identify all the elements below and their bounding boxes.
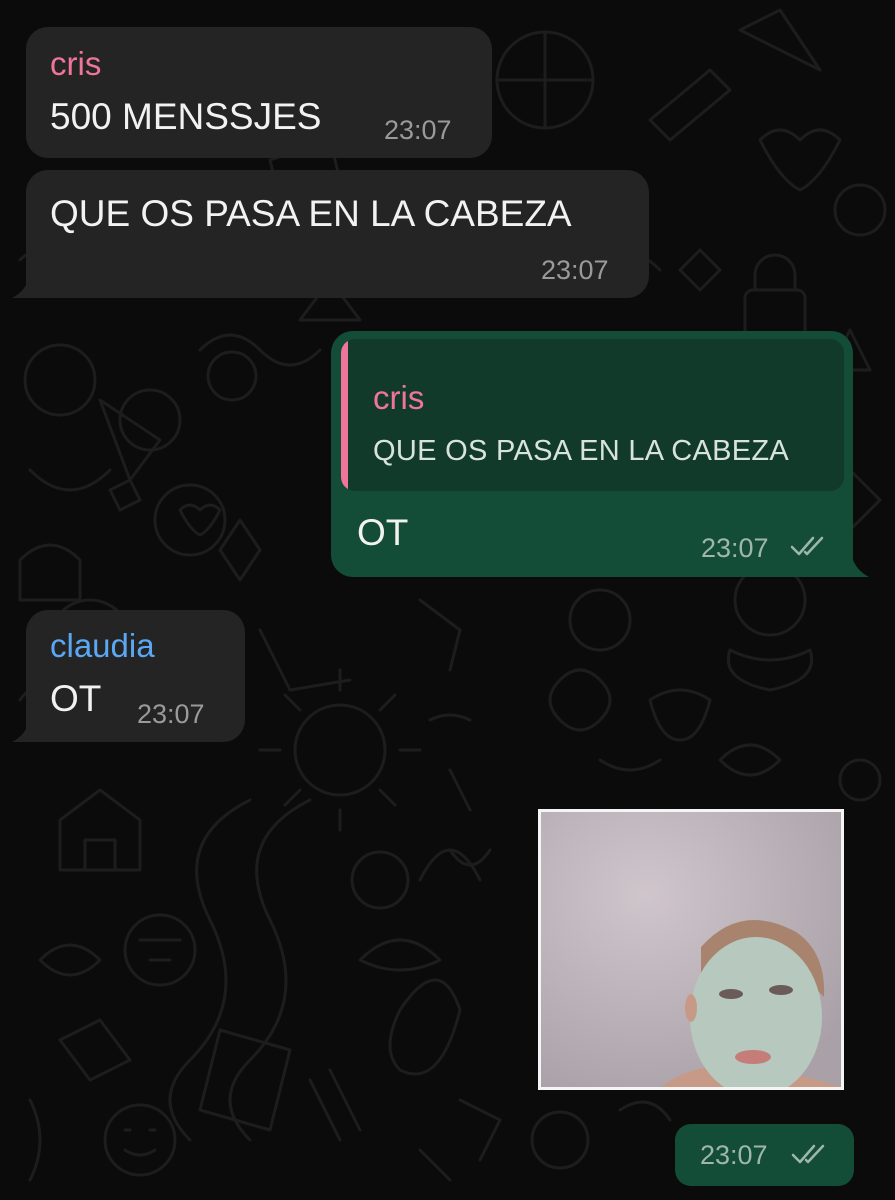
sender-name[interactable]: cris <box>50 47 101 80</box>
bubble-tail <box>12 719 34 742</box>
double-check-icon <box>791 1144 825 1164</box>
photo-content <box>541 812 841 1087</box>
outgoing-message-bubble[interactable]: cris QUE OS PASA EN LA CABEZA OT 23:07 <box>331 331 853 577</box>
bubble-tail <box>12 275 34 298</box>
photo-message[interactable] <box>538 809 844 1090</box>
quote-accent-bar <box>341 339 348 491</box>
sender-name[interactable]: claudia <box>50 629 155 662</box>
message-text: OT <box>357 512 409 553</box>
incoming-message-bubble[interactable]: QUE OS PASA EN LA CABEZA 23:07 <box>26 170 649 298</box>
message-text: OT <box>50 678 102 719</box>
quoted-text: QUE OS PASA EN LA CABEZA <box>373 435 790 467</box>
bubble-tail <box>847 554 869 577</box>
photo-time-bubble: 23:07 <box>675 1124 854 1186</box>
message-text: QUE OS PASA EN LA CABEZA <box>50 193 572 234</box>
quoted-sender-name: cris <box>373 379 425 416</box>
message-time: 23:07 <box>384 115 452 145</box>
incoming-message-bubble[interactable]: claudia OT 23:07 <box>26 610 245 742</box>
quoted-message[interactable]: cris QUE OS PASA EN LA CABEZA <box>341 339 844 491</box>
message-time: 23:07 <box>541 255 609 285</box>
message-time: 23:07 <box>701 533 769 563</box>
double-check-icon <box>790 536 824 556</box>
message-text: 500 MENSSJES <box>50 96 322 137</box>
message-time: 23:07 <box>137 699 205 729</box>
incoming-message-bubble[interactable]: cris 500 MENSSJES 23:07 <box>26 27 492 158</box>
message-time: 23:07 <box>700 1140 768 1170</box>
